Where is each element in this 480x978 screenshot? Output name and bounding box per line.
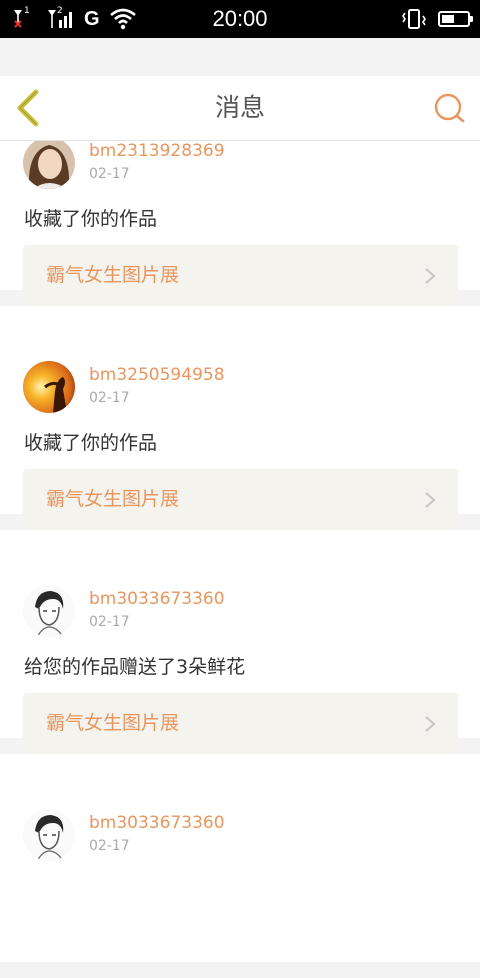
username[interactable]: bm3033673360 xyxy=(89,813,225,833)
chevron-right-icon xyxy=(425,492,436,508)
album-link[interactable]: 霸气女生图片展 xyxy=(23,469,458,530)
album-title: 霸气女生图片展 xyxy=(46,264,180,286)
vibrate-icon xyxy=(402,8,426,30)
avatar-sketch-boy xyxy=(23,585,75,637)
username[interactable]: bm3033673360 xyxy=(89,589,225,609)
avatar[interactable] xyxy=(23,809,75,861)
avatar[interactable] xyxy=(23,585,75,637)
avatar-photo-sunset xyxy=(23,361,75,413)
chevron-right-icon xyxy=(425,268,436,284)
status-bar-right xyxy=(402,8,473,30)
album-title: 霸气女生图片展 xyxy=(46,488,180,510)
album-title: 霸气女生图片展 xyxy=(46,712,180,734)
username[interactable]: bm2313928369 xyxy=(89,141,225,161)
search-button[interactable] xyxy=(432,90,468,126)
message-date: 02-17 xyxy=(89,838,130,854)
top-spacer xyxy=(0,38,480,76)
username[interactable]: bm3250594958 xyxy=(89,365,225,385)
avatar-photo-woman xyxy=(23,137,75,189)
album-link[interactable]: 霸气女生图片展 xyxy=(23,245,458,306)
search-icon xyxy=(434,93,465,123)
page-title: 消息 xyxy=(214,93,265,122)
message-date: 02-17 xyxy=(89,614,130,630)
battery-fill xyxy=(442,15,454,23)
album-link[interactable]: 霸气女生图片展 xyxy=(23,693,458,754)
navigation-bar: 消息 xyxy=(0,76,480,141)
avatar-sketch-boy xyxy=(23,809,75,861)
message-list: bm2313928369 02-17 收藏了你的作品 霸气女生图片展 bm325… xyxy=(0,82,480,978)
message-item[interactable]: bm3033673360 02-17 xyxy=(0,754,480,962)
message-text: 给您的作品赠送了3朵鲜花 xyxy=(24,656,246,678)
chevron-right-icon xyxy=(425,716,436,732)
message-text: 收藏了你的作品 xyxy=(24,432,158,454)
avatar[interactable] xyxy=(23,361,75,413)
message-item[interactable]: bm3250594958 02-17 收藏了你的作品 霸气女生图片展 xyxy=(0,306,480,530)
message-text: 收藏了你的作品 xyxy=(24,208,158,230)
avatar[interactable] xyxy=(23,137,75,189)
status-bar: 1 2 G 20:00 xyxy=(0,0,480,38)
battery-icon xyxy=(438,11,473,27)
message-date: 02-17 xyxy=(89,166,130,182)
message-date: 02-17 xyxy=(89,390,130,406)
message-item[interactable]: bm3033673360 02-17 给您的作品赠送了3朵鲜花 霸气女生图片展 xyxy=(0,530,480,754)
